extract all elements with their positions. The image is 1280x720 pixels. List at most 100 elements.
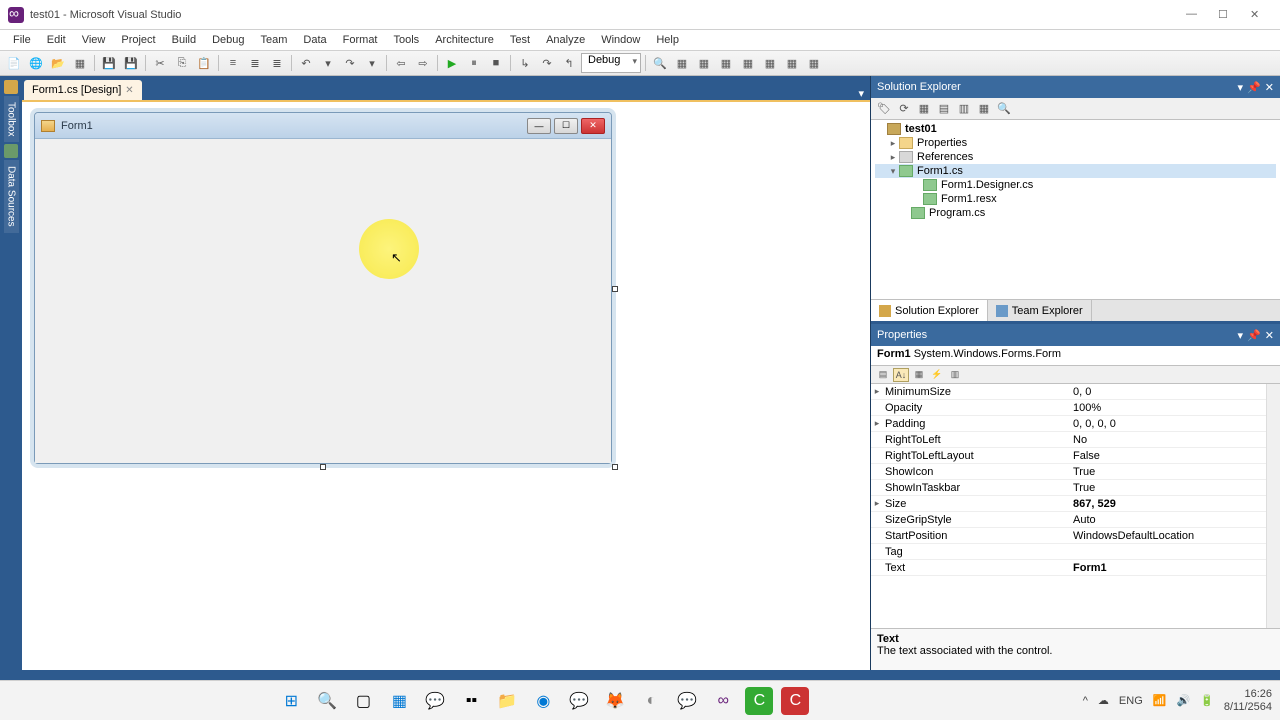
battery-icon[interactable]: 🔋 (1200, 694, 1214, 707)
resize-handle-right[interactable] (612, 286, 618, 292)
start-icon[interactable]: ⊞ (277, 687, 305, 715)
tray-clock[interactable]: 16:26 8/11/2564 (1224, 688, 1272, 712)
step-over-icon[interactable]: ↷ (537, 53, 557, 73)
ext1-icon[interactable]: ▦ (672, 53, 692, 73)
solution-explorer-header[interactable]: Solution Explorer ▾ 📌 ✕ (871, 76, 1280, 98)
property-row[interactable]: Opacity100% (871, 400, 1266, 416)
save-all-icon[interactable]: 💾 (121, 53, 141, 73)
resize-handle-corner[interactable] (612, 464, 618, 470)
tree-references[interactable]: ▸References (875, 150, 1276, 164)
redo-drop-icon[interactable]: ▾ (362, 53, 382, 73)
solution-tree[interactable]: test01 ▸Properties ▸References ▾Form1.cs… (871, 120, 1280, 299)
tree-project[interactable]: test01 (875, 122, 1276, 136)
cut-icon[interactable]: ✂ (150, 53, 170, 73)
designer-canvas[interactable]: Form1 — ☐ ✕ ↖ (22, 100, 870, 670)
search-icon[interactable]: 🔍 (995, 100, 1013, 118)
new-project-icon[interactable]: 📄 (4, 53, 24, 73)
paste-icon[interactable]: 📋 (194, 53, 214, 73)
menu-debug[interactable]: Debug (205, 32, 251, 48)
minimize-button[interactable]: — (1186, 8, 1200, 22)
resize-handle-bottom[interactable] (320, 464, 326, 470)
view-code-icon[interactable]: ▤ (935, 100, 953, 118)
edge-icon[interactable]: ◉ (529, 687, 557, 715)
step-out-icon[interactable]: ↰ (559, 53, 579, 73)
properties-object-combo[interactable]: Form1 System.Windows.Forms.Form (871, 346, 1280, 366)
ext2-icon[interactable]: ▦ (694, 53, 714, 73)
tree-properties[interactable]: ▸Properties (875, 136, 1276, 150)
app5-icon[interactable]: C (781, 687, 809, 715)
config-combo[interactable]: Debug (581, 53, 641, 73)
design-form[interactable]: Form1 — ☐ ✕ ↖ (34, 112, 612, 464)
ext5-icon[interactable]: ▦ (760, 53, 780, 73)
property-row[interactable]: ▸Padding0, 0, 0, 0 (871, 416, 1266, 432)
tabs-overflow-icon[interactable]: ▾ (852, 87, 870, 100)
property-row[interactable]: Tag (871, 544, 1266, 560)
panel-pin-icon[interactable]: 📌 (1247, 81, 1261, 94)
widgets-icon[interactable]: ▦ (385, 687, 413, 715)
tree-form1[interactable]: ▾Form1.cs (875, 164, 1276, 178)
menu-window[interactable]: Window (594, 32, 647, 48)
search-task-icon[interactable]: 🔍 (313, 687, 341, 715)
menu-project[interactable]: Project (114, 32, 162, 48)
tab-form1-design[interactable]: Form1.cs [Design] ✕ (24, 80, 142, 100)
panel-close-icon[interactable]: ✕ (1265, 81, 1274, 94)
properties-grid[interactable]: ▸MinimumSize0, 0Opacity100%▸Padding0, 0,… (871, 384, 1266, 628)
new-website-icon[interactable]: 🌐 (26, 53, 46, 73)
comment-icon[interactable]: ≣ (245, 53, 265, 73)
panel-close-icon[interactable]: ✕ (1265, 329, 1274, 342)
tab-close-icon[interactable]: ✕ (125, 85, 133, 96)
onedrive-icon[interactable]: ☁ (1098, 694, 1109, 707)
copy-icon[interactable]: ⎘ (172, 53, 192, 73)
property-row[interactable]: ShowIconTrue (871, 464, 1266, 480)
property-row[interactable]: StartPositionWindowsDefaultLocation (871, 528, 1266, 544)
menu-test[interactable]: Test (503, 32, 537, 48)
form-maximize-button[interactable]: ☐ (554, 118, 578, 134)
property-row[interactable]: RightToLeftNo (871, 432, 1266, 448)
property-row[interactable]: SizeGripStyleAuto (871, 512, 1266, 528)
ext7-icon[interactable]: ▦ (804, 53, 824, 73)
form-minimize-button[interactable]: — (527, 118, 551, 134)
categorized-icon[interactable]: ▤ (875, 368, 891, 382)
refresh-icon[interactable]: ▦ (915, 100, 933, 118)
properties-icon[interactable]: 🏷 (875, 100, 893, 118)
menu-file[interactable]: File (6, 32, 38, 48)
add-item-icon[interactable]: ▦ (70, 53, 90, 73)
menu-analyze[interactable]: Analyze (539, 32, 592, 48)
property-row[interactable]: ▸MinimumSize0, 0 (871, 384, 1266, 400)
tray-lang[interactable]: ENG (1119, 695, 1143, 707)
properties-scrollbar[interactable] (1266, 384, 1280, 628)
messenger-icon[interactable]: 💬 (565, 687, 593, 715)
tab-team-explorer[interactable]: Team Explorer (988, 300, 1092, 321)
start-debug-icon[interactable]: ▶ (442, 53, 462, 73)
toolbox-tab[interactable]: Toolbox (4, 96, 19, 142)
ext3-icon[interactable]: ▦ (716, 53, 736, 73)
menu-edit[interactable]: Edit (40, 32, 73, 48)
alphabetical-icon[interactable]: A↓ (893, 368, 909, 382)
nav-fwd-icon[interactable]: ⇨ (413, 53, 433, 73)
tree-form1-designer[interactable]: Form1.Designer.cs (875, 178, 1276, 192)
tree-program[interactable]: Program.cs (875, 206, 1276, 220)
datasources-icon[interactable] (4, 144, 18, 158)
props-icon[interactable]: ▦ (911, 368, 927, 382)
ext6-icon[interactable]: ▦ (782, 53, 802, 73)
volume-icon[interactable]: 🔊 (1176, 694, 1190, 707)
tab-solution-explorer[interactable]: Solution Explorer (871, 300, 988, 321)
find-icon[interactable]: 🔍 (650, 53, 670, 73)
teams-icon[interactable]: 💬 (421, 687, 449, 715)
undo-drop-icon[interactable]: ▾ (318, 53, 338, 73)
property-row[interactable]: ▸Size867, 529 (871, 496, 1266, 512)
ext4-icon[interactable]: ▦ (738, 53, 758, 73)
stop-icon[interactable]: ■ (486, 53, 506, 73)
save-icon[interactable]: 💾 (99, 53, 119, 73)
maximize-button[interactable]: ☐ (1218, 8, 1232, 22)
view-designer-icon[interactable]: ▥ (955, 100, 973, 118)
show-all-icon[interactable]: ⟳ (895, 100, 913, 118)
tree-form1-resx[interactable]: Form1.resx (875, 192, 1276, 206)
vs-task-icon[interactable]: ∞ (709, 687, 737, 715)
events-icon[interactable]: ⚡ (929, 368, 945, 382)
panel-dropdown-icon[interactable]: ▾ (1238, 81, 1244, 94)
pages-icon[interactable]: ▥ (947, 368, 963, 382)
form-client-area[interactable] (35, 139, 611, 463)
property-row[interactable]: ShowInTaskbarTrue (871, 480, 1266, 496)
wifi-icon[interactable]: 📶 (1153, 694, 1167, 707)
